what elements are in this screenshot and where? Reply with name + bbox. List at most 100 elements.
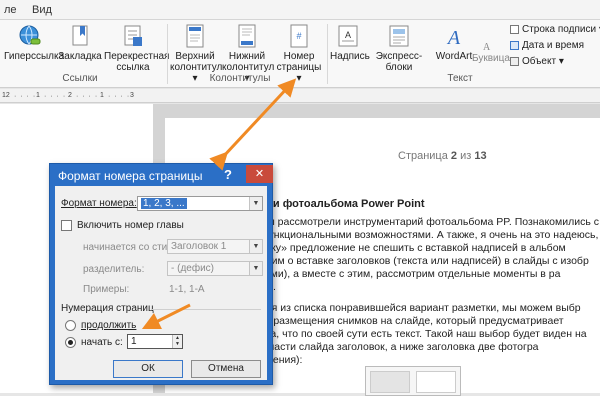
text-group-label: Текст xyxy=(447,73,473,84)
ruler-tick: 12 xyxy=(2,92,10,99)
svg-text:#: # xyxy=(296,31,301,41)
dropcap-label: Буквица xyxy=(472,53,510,64)
object-icon xyxy=(510,56,519,66)
group-divider xyxy=(151,309,261,310)
page-number-icon: # xyxy=(290,24,308,48)
start-at-value: 1 xyxy=(131,336,137,347)
svg-text:A: A xyxy=(483,42,491,51)
numbering-group-label: Нумерация страниц xyxy=(61,303,154,314)
bookmark-button[interactable]: Закладка xyxy=(58,23,102,62)
body-line: функциональными возможностями. А также, … xyxy=(260,229,599,241)
ribbon: Гиперссылка Закладка Перекрестная ссылка… xyxy=(0,20,600,88)
body-line: й части слайда заголовок, а ниже заголов… xyxy=(260,341,539,353)
include-chapter-label: Включить номер главы xyxy=(77,220,184,231)
ruler-tick: 1 xyxy=(36,92,40,99)
document-heading: иси фотоальбома Power Point xyxy=(260,198,425,210)
textbox-label: Надпись xyxy=(330,51,370,62)
separator-select[interactable]: - (дефис) ▼ xyxy=(167,261,263,276)
horizontal-ruler[interactable]: 12 · · · · 1 · · · · 2 · · · · 1 · · · ·… xyxy=(0,89,600,103)
wordart-label: WordArt xyxy=(435,51,473,62)
textbox-icon: A xyxy=(338,25,358,47)
wordart-button[interactable]: A WordArt xyxy=(434,23,474,62)
body-line: ками), а вместе с этим, рассмотрим отдел… xyxy=(260,268,561,280)
signature-line-label: Строка подписи ▾ xyxy=(522,24,600,35)
group-separator xyxy=(167,24,168,84)
chapter-style-select[interactable]: Заголовок 1 ▼ xyxy=(167,239,263,254)
chevron-down-icon: ▼ xyxy=(249,262,262,275)
total-pages: 13 xyxy=(474,150,487,162)
tab-view[interactable]: Вид xyxy=(32,4,52,16)
hyperlink-label: Гиперссылка xyxy=(4,51,65,62)
start-at-label: начать с: xyxy=(81,337,123,348)
dropcap-button[interactable]: A Буквица xyxy=(472,42,510,64)
tab-home[interactable]: ле xyxy=(4,4,17,16)
body-line: от размещения снимков на слайде, который… xyxy=(260,315,564,327)
continue-radio[interactable] xyxy=(65,320,76,331)
object-button[interactable]: Объект ▾ xyxy=(510,56,564,67)
cross-reference-button[interactable]: Перекрестная ссылка xyxy=(104,23,170,73)
body-line: ная из списка понравившейся вариант разм… xyxy=(260,302,581,314)
header-label-1: Верхний xyxy=(175,51,215,62)
cross-reference-icon xyxy=(124,25,142,46)
continue-label: продолжить xyxy=(81,320,137,331)
object-label: Объект ▾ xyxy=(522,56,564,67)
number-format-select[interactable]: 1, 2, 3, ... ▼ xyxy=(137,196,263,211)
footer-label-1: Нижний xyxy=(228,51,266,62)
cross-reference-label-1: Перекрестная xyxy=(104,51,170,62)
chapter-style-value: Заголовок 1 xyxy=(171,241,227,252)
ribbon-tab-bar: ле Вид xyxy=(0,0,600,20)
header-prefix: Страница xyxy=(398,150,451,162)
ruler-tick: 1 xyxy=(100,92,104,99)
body-line: вка, что по своей сути есть текст. Такой… xyxy=(260,328,587,340)
page-number-format-dialog: Формат номера страницы ? ✕ Формат номера… xyxy=(49,163,273,385)
page-header: Страница 2 из 13 xyxy=(398,150,487,162)
headers-group-label: Колонтитулы xyxy=(209,73,271,84)
svg-text:A: A xyxy=(345,30,351,40)
textbox-button[interactable]: A Надпись xyxy=(330,23,370,62)
signature-line-icon xyxy=(510,24,519,34)
dropcap-icon: A xyxy=(483,42,491,51)
separator-value: - (дефис) xyxy=(171,263,214,274)
format-label: Формат номера: xyxy=(61,198,137,209)
page-number-label-2: страницы ▾ xyxy=(276,62,322,84)
header-page-icon xyxy=(186,24,204,48)
group-separator xyxy=(327,24,328,84)
ruler-tick: 3 xyxy=(130,92,134,99)
page-number-button[interactable]: # Номер страницы ▾ xyxy=(274,23,324,84)
help-button[interactable]: ? xyxy=(224,167,232,182)
chevron-down-icon: ▼ xyxy=(249,240,262,253)
signature-line-button[interactable]: Строка подписи ▾ xyxy=(510,24,600,35)
chevron-down-icon: ▼ xyxy=(249,197,262,210)
dialog-title: Формат номера страницы xyxy=(58,169,203,183)
wordart-icon: A xyxy=(446,27,461,49)
close-icon: ✕ xyxy=(254,168,265,180)
cross-reference-label-2: ссылка xyxy=(116,62,150,73)
slide-thumbnail-image xyxy=(365,366,461,396)
examples-label: Примеры: xyxy=(83,284,130,295)
bookmark-flag-icon xyxy=(72,25,88,46)
svg-text:A: A xyxy=(446,27,461,49)
close-button[interactable]: ✕ xyxy=(246,165,273,183)
globe-link-icon xyxy=(19,25,41,45)
express-blocks-label: Экспресс-блоки xyxy=(375,51,423,73)
start-at-radio[interactable] xyxy=(65,337,76,348)
links-group-label: Ссылки xyxy=(62,73,98,84)
examples-value: 1-1, 1-A xyxy=(169,284,205,295)
include-chapter-checkbox[interactable] xyxy=(61,220,72,231)
quick-parts-icon xyxy=(389,25,409,47)
number-format-value: 1, 2, 3, ... xyxy=(141,198,187,209)
date-time-button[interactable]: Дата и время xyxy=(510,40,584,51)
separator-label: разделитель: xyxy=(83,264,145,275)
page-number-label-1: Номер xyxy=(283,51,315,62)
body-line: мы рассмотрели инструментарий фотоальбом… xyxy=(260,216,599,228)
ok-button[interactable]: ОК xyxy=(113,360,183,378)
spinner-arrows-icon[interactable]: ▲ ▼ xyxy=(172,335,182,348)
calendar-icon xyxy=(510,40,519,50)
start-at-spinner[interactable]: 1 ▲ ▼ xyxy=(127,334,183,349)
dialog-body: Формат номера: 1, 2, 3, ... ▼ Включить н… xyxy=(55,186,267,380)
cancel-button[interactable]: Отмена xyxy=(191,360,261,378)
body-line: орим о вставке заголовков (текста или на… xyxy=(260,255,589,267)
bookmark-label: Закладка xyxy=(58,51,102,62)
express-blocks-button[interactable]: Экспресс-блоки xyxy=(366,23,432,73)
hyperlink-button[interactable]: Гиперссылка xyxy=(4,23,64,62)
